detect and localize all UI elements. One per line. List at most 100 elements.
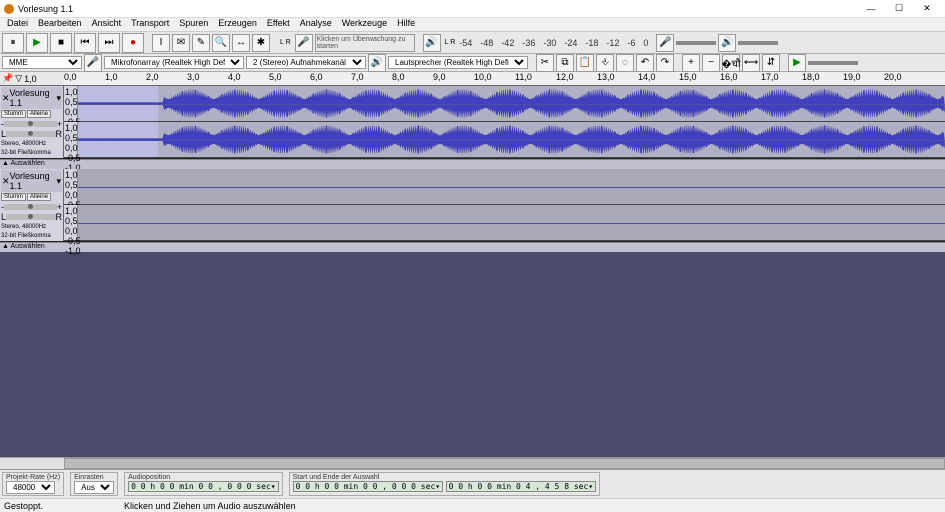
- track-2-solo[interactable]: Alleine: [27, 193, 51, 201]
- track-1-info2: 32-bit Fließkomma: [1, 150, 62, 157]
- menu-effekt[interactable]: Effekt: [262, 18, 295, 31]
- window-title: Vorlesung 1.1: [18, 4, 857, 14]
- cut-button[interactable]: ✂: [536, 54, 554, 72]
- track-1-panel[interactable]: ✕ Vorlesung 1.1 ▾ Stumm Alleine -+ LR St…: [0, 86, 64, 158]
- zoom-in-button[interactable]: +: [682, 54, 700, 72]
- track-2-name[interactable]: Vorlesung 1.1: [10, 171, 57, 191]
- minimize-button[interactable]: —: [857, 4, 885, 14]
- timeline-cursor-icon: ▽: [15, 73, 22, 84]
- track-2-right-scale: 1,00,50,0-0,5-1,0: [64, 205, 78, 240]
- selection-start-value[interactable]: 0 0 h 0 0 min 0 0 , 0 0 0 sec▾: [293, 481, 444, 492]
- play-meter-lr: L R: [443, 40, 458, 46]
- menu-analyse[interactable]: Analyse: [295, 18, 337, 31]
- track-1-left-scale: 1,00,50,0-0,5-1,0: [64, 86, 78, 121]
- track-2-info2: 32-bit Fließkomma: [1, 233, 62, 240]
- audio-position-box: Audioposition 0 0 h 0 0 min 0 0 , 0 0 0 …: [124, 472, 283, 496]
- track-2-info1: Stereo, 48000Hz: [1, 224, 62, 231]
- timeshift-tool[interactable]: ↔: [232, 34, 250, 52]
- audio-host-select[interactable]: MME: [2, 56, 82, 69]
- selection-end-value[interactable]: 0 0 h 0 0 min 0 4 , 4 5 8 sec▾: [446, 481, 597, 492]
- project-rate-select[interactable]: 48000: [6, 481, 55, 494]
- timeline-cursor-pos: 1,0: [24, 74, 37, 84]
- menu-werkzeuge[interactable]: Werkzeuge: [337, 18, 392, 31]
- zoom-out-button[interactable]: −: [702, 54, 720, 72]
- track-1-info1: Stereo, 48000Hz: [1, 141, 62, 148]
- paste-button[interactable]: 📋: [576, 54, 594, 72]
- track-2-mute[interactable]: Stumm: [1, 193, 26, 201]
- menu-hilfe[interactable]: Hilfe: [392, 18, 420, 31]
- play-at-speed-button[interactable]: ▶: [788, 54, 806, 72]
- mic-volume-slider[interactable]: [676, 41, 716, 45]
- skip-start-button[interactable]: ⏮: [74, 33, 96, 53]
- speaker-volume-slider[interactable]: [738, 41, 778, 45]
- record-button[interactable]: ●: [122, 33, 144, 53]
- track-2-channel-left[interactable]: 1,00,50,0-0,5-1,0: [64, 169, 945, 205]
- spk-vol-icon[interactable]: 🔊: [718, 34, 736, 52]
- track-1-channel-left[interactable]: 1,00,50,0-0,5-1,0: [64, 86, 945, 122]
- track-1-mute[interactable]: Stumm: [1, 110, 26, 118]
- horizontal-scrollbar[interactable]: [0, 457, 945, 469]
- mic-vol-icon[interactable]: 🎤: [656, 34, 674, 52]
- menu-datei[interactable]: Datei: [2, 18, 33, 31]
- selection-box: Start und Ende der Auswahl 0 0 h 0 0 min…: [289, 472, 601, 496]
- db-scale: -54-48-42-36-30-24-18-12-60: [459, 38, 648, 48]
- track-1-name[interactable]: Vorlesung 1.1: [10, 88, 57, 108]
- track-2-footer[interactable]: ▲ Auswählen: [0, 242, 945, 252]
- channels-select[interactable]: 2 (Stereo) Aufnahmekanäl: [246, 56, 366, 69]
- menu-transport[interactable]: Transport: [126, 18, 174, 31]
- fit-project-button[interactable]: ⟷: [742, 54, 760, 72]
- zoom-tool[interactable]: 🔍: [212, 34, 230, 52]
- track-1-pan-slider[interactable]: [6, 131, 55, 137]
- play-button[interactable]: ▶: [26, 33, 48, 53]
- silence-button[interactable]: ◌: [616, 54, 634, 72]
- input-device-select[interactable]: Mikrofonarray (Realtek High Def: [104, 56, 244, 69]
- track-1-gain-slider[interactable]: [4, 121, 57, 127]
- menu-bearbeiten[interactable]: Bearbeiten: [33, 18, 87, 31]
- mic-icon[interactable]: 🎤: [295, 34, 313, 52]
- tracks-area: ✕ Vorlesung 1.1 ▾ Stumm Alleine -+ LR St…: [0, 86, 945, 457]
- track-2-pan-slider[interactable]: [6, 214, 55, 220]
- output-device-select[interactable]: Lautsprecher (Realtek High Defi: [388, 56, 528, 69]
- track-1-solo[interactable]: Alleine: [27, 110, 51, 118]
- close-button[interactable]: ✕: [913, 3, 941, 14]
- track-1-menu[interactable]: ▾: [56, 93, 61, 104]
- skip-end-button[interactable]: ⏭: [98, 33, 120, 53]
- track-2-channel-right[interactable]: 1,00,50,0-0,5-1,0: [64, 205, 945, 241]
- menu-erzeugen[interactable]: Erzeugen: [213, 18, 262, 31]
- track-1-right-scale: 1,00,50,0-0,5-1,0: [64, 122, 78, 157]
- rec-meter-hint[interactable]: Klicken um Überwachung zu starten: [315, 34, 415, 52]
- track-1-channel-right[interactable]: 1,00,50,0-0,5-1,0: [64, 122, 945, 158]
- track-2: ✕ Vorlesung 1.1 ▾ Stumm Alleine -+ LR St…: [0, 169, 945, 242]
- zoom-toggle-button[interactable]: ⇵: [762, 54, 780, 72]
- snap-select[interactable]: Aus: [74, 481, 114, 494]
- maximize-button[interactable]: ☐: [885, 3, 913, 14]
- multi-tool[interactable]: ✱: [252, 34, 270, 52]
- status-state: Gestoppt.: [4, 501, 124, 511]
- envelope-tool[interactable]: ✉: [172, 34, 190, 52]
- fit-selection-button[interactable]: �चौ: [722, 54, 740, 72]
- snap-box: Einrasten Aus: [70, 472, 118, 496]
- speaker-icon[interactable]: 🔊: [423, 34, 441, 52]
- undo-button[interactable]: ↶: [636, 54, 654, 72]
- menu-ansicht[interactable]: Ansicht: [87, 18, 127, 31]
- audio-position-value[interactable]: 0 0 h 0 0 min 0 0 , 0 0 0 sec▾: [128, 481, 279, 492]
- stop-button[interactable]: ■: [50, 33, 72, 53]
- track-2-gain-slider[interactable]: [4, 204, 57, 210]
- rec-meter-lr: L R: [278, 40, 293, 46]
- selection-tool[interactable]: I: [152, 34, 170, 52]
- track-1-footer[interactable]: ▲ Auswählen: [0, 159, 945, 169]
- pause-button[interactable]: ⏸: [2, 33, 24, 53]
- track-1-close[interactable]: ✕: [2, 93, 10, 104]
- track-2-menu[interactable]: ▾: [56, 176, 61, 187]
- track-2-close[interactable]: ✕: [2, 176, 10, 187]
- timeline-ruler[interactable]: 0,01,02,03,04,05,06,07,08,09,010,011,012…: [64, 72, 945, 85]
- playback-speed-slider[interactable]: [808, 61, 858, 65]
- redo-button[interactable]: ↷: [656, 54, 674, 72]
- pin-icon[interactable]: 📌: [2, 73, 13, 84]
- menu-spuren[interactable]: Spuren: [174, 18, 213, 31]
- trim-button[interactable]: ⎀: [596, 54, 614, 72]
- transport-toolbar: ⏸ ▶ ■ ⏮ ⏭ ● I ✉ ✎ 🔍 ↔ ✱ L R 🎤 Klicken um…: [0, 32, 945, 54]
- track-2-panel[interactable]: ✕ Vorlesung 1.1 ▾ Stumm Alleine -+ LR St…: [0, 169, 64, 241]
- copy-button[interactable]: ⧉: [556, 54, 574, 72]
- draw-tool[interactable]: ✎: [192, 34, 210, 52]
